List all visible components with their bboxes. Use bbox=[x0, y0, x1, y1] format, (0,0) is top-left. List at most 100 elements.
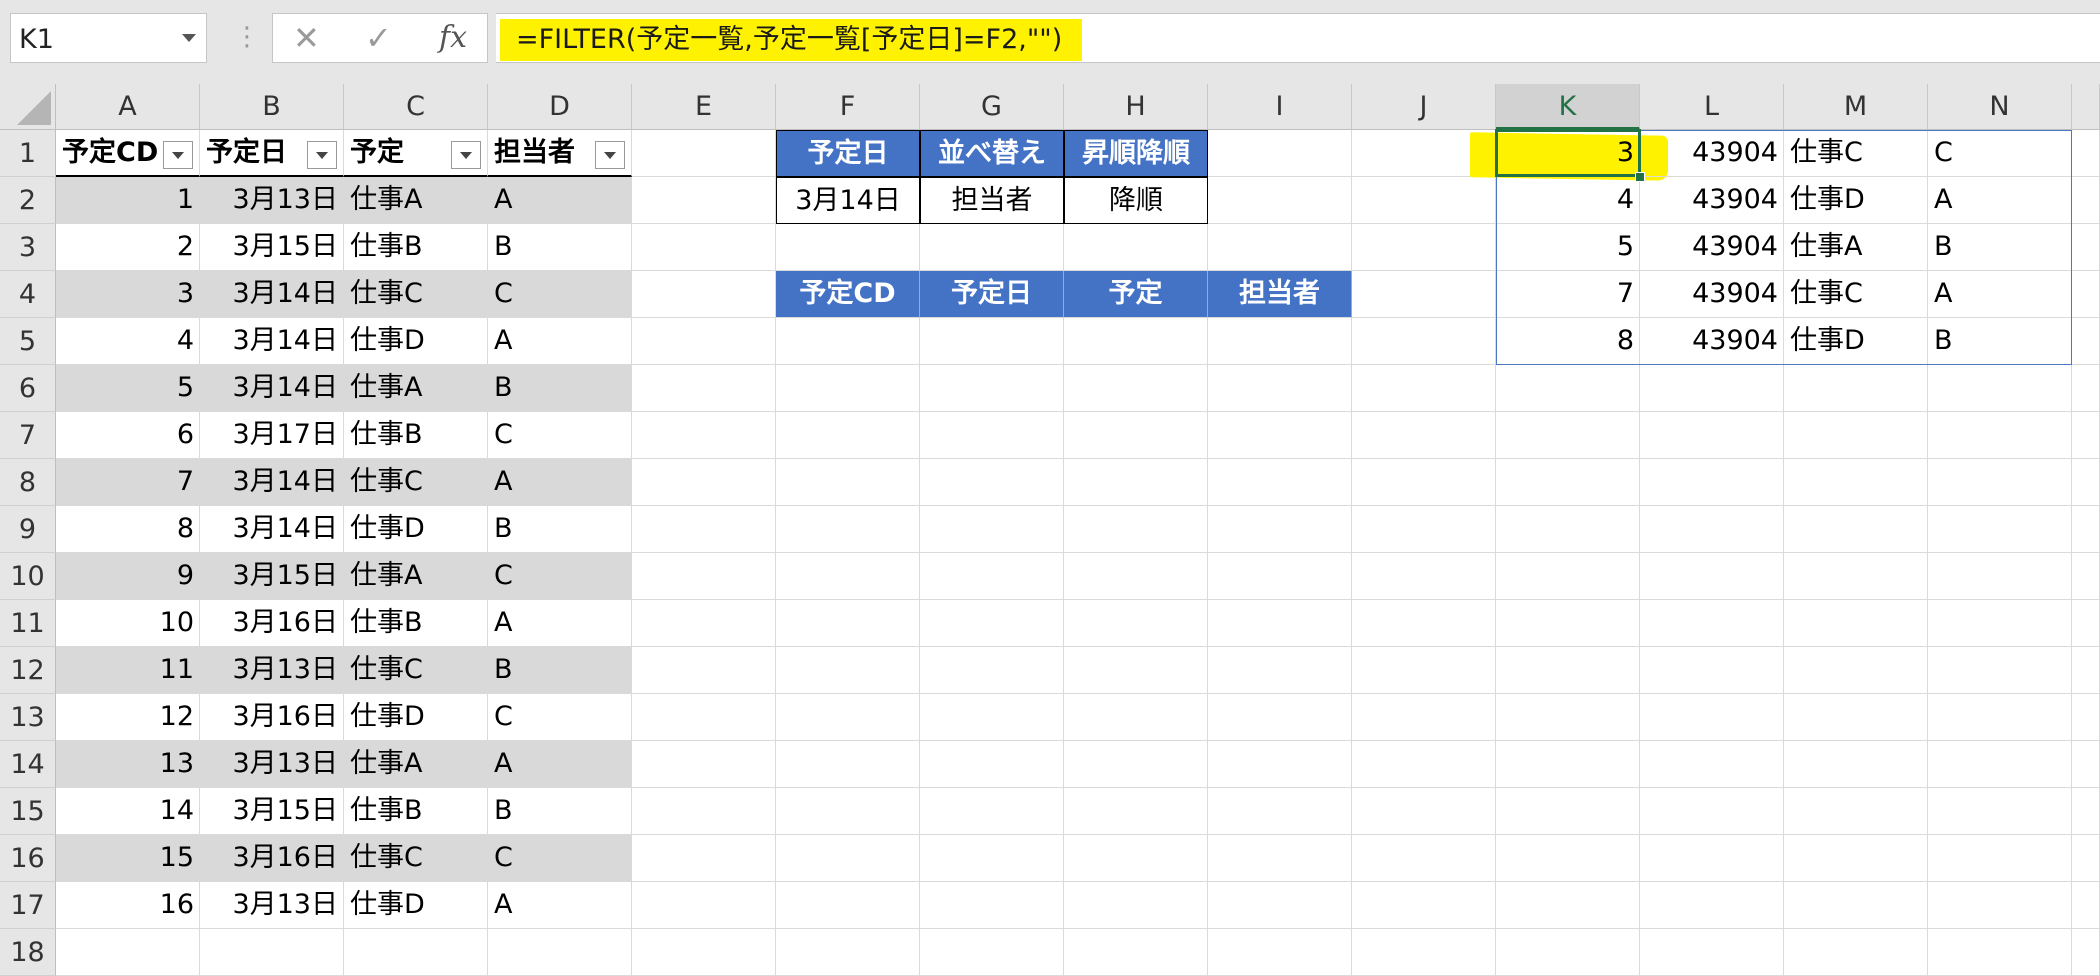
table-cell[interactable]: 6 bbox=[56, 412, 200, 459]
table-cell[interactable]: 3月13日 bbox=[200, 647, 344, 694]
empty-cell[interactable] bbox=[1496, 459, 1640, 506]
empty-cell[interactable] bbox=[1208, 459, 1352, 506]
row-header-9[interactable]: 9 bbox=[0, 506, 56, 553]
empty-cell[interactable] bbox=[920, 929, 1064, 976]
empty-cell[interactable] bbox=[776, 224, 920, 271]
empty-cell[interactable] bbox=[1352, 365, 1496, 412]
criteria-value-cell[interactable]: 3月14日 bbox=[776, 177, 920, 224]
empty-cell[interactable] bbox=[1208, 553, 1352, 600]
table-cell[interactable]: 3月14日 bbox=[200, 271, 344, 318]
empty-cell[interactable] bbox=[200, 929, 344, 976]
column-header-f[interactable]: F bbox=[776, 84, 920, 130]
empty-cell[interactable] bbox=[2072, 459, 2100, 506]
spill-cell[interactable]: C bbox=[1928, 130, 2072, 177]
empty-cell[interactable] bbox=[1928, 647, 2072, 694]
empty-cell[interactable] bbox=[1640, 365, 1784, 412]
empty-cell[interactable] bbox=[2072, 412, 2100, 459]
column-header-b[interactable]: B bbox=[200, 84, 344, 130]
empty-cell[interactable] bbox=[776, 882, 920, 929]
empty-cell[interactable] bbox=[776, 459, 920, 506]
table-cell[interactable]: 9 bbox=[56, 553, 200, 600]
table-cell[interactable]: 7 bbox=[56, 459, 200, 506]
empty-cell[interactable] bbox=[1928, 741, 2072, 788]
empty-cell[interactable] bbox=[1928, 694, 2072, 741]
empty-cell[interactable] bbox=[1784, 553, 1928, 600]
table-cell[interactable]: C bbox=[488, 271, 632, 318]
empty-cell[interactable] bbox=[776, 553, 920, 600]
empty-cell[interactable] bbox=[1352, 929, 1496, 976]
empty-cell[interactable] bbox=[1928, 365, 2072, 412]
empty-cell[interactable] bbox=[1496, 882, 1640, 929]
empty-cell[interactable] bbox=[776, 788, 920, 835]
empty-cell[interactable] bbox=[344, 929, 488, 976]
empty-cell[interactable] bbox=[1064, 647, 1208, 694]
table-cell[interactable]: 12 bbox=[56, 694, 200, 741]
empty-cell[interactable] bbox=[632, 647, 776, 694]
result-header-cell[interactable]: 予定CD bbox=[776, 271, 920, 318]
empty-cell[interactable] bbox=[1352, 224, 1496, 271]
empty-cell[interactable] bbox=[2072, 224, 2100, 271]
empty-cell[interactable] bbox=[2072, 647, 2100, 694]
empty-cell[interactable] bbox=[776, 412, 920, 459]
empty-cell[interactable] bbox=[632, 318, 776, 365]
empty-cell[interactable] bbox=[1352, 506, 1496, 553]
empty-cell[interactable] bbox=[1352, 271, 1496, 318]
empty-cell[interactable] bbox=[1784, 365, 1928, 412]
table-cell[interactable]: 仕事D bbox=[344, 882, 488, 929]
empty-cell[interactable] bbox=[2072, 741, 2100, 788]
empty-cell[interactable] bbox=[1496, 647, 1640, 694]
select-all-button[interactable] bbox=[0, 84, 56, 130]
table-cell[interactable]: B bbox=[488, 647, 632, 694]
insert-function-icon[interactable]: fx bbox=[439, 20, 467, 56]
filter-dropdown-icon[interactable] bbox=[451, 141, 481, 169]
table-cell[interactable]: A bbox=[488, 882, 632, 929]
table-header-cell[interactable]: 担当者 bbox=[488, 130, 632, 177]
row-header-6[interactable]: 6 bbox=[0, 365, 56, 412]
table-cell[interactable]: 2 bbox=[56, 224, 200, 271]
empty-cell[interactable] bbox=[632, 600, 776, 647]
empty-cell[interactable] bbox=[1064, 365, 1208, 412]
empty-cell[interactable] bbox=[2072, 177, 2100, 224]
empty-cell[interactable] bbox=[920, 788, 1064, 835]
empty-cell[interactable] bbox=[1784, 929, 1928, 976]
table-cell[interactable]: B bbox=[488, 506, 632, 553]
empty-cell[interactable] bbox=[1208, 835, 1352, 882]
empty-cell[interactable] bbox=[1208, 741, 1352, 788]
row-header-13[interactable]: 13 bbox=[0, 694, 56, 741]
empty-cell[interactable] bbox=[1208, 224, 1352, 271]
table-cell[interactable]: 3月14日 bbox=[200, 459, 344, 506]
result-header-cell[interactable]: 予定 bbox=[1064, 271, 1208, 318]
empty-cell[interactable] bbox=[1640, 788, 1784, 835]
empty-cell[interactable] bbox=[1640, 929, 1784, 976]
empty-cell[interactable] bbox=[920, 318, 1064, 365]
empty-cell[interactable] bbox=[2072, 835, 2100, 882]
column-header-l[interactable]: L bbox=[1640, 84, 1784, 130]
empty-cell[interactable] bbox=[2072, 506, 2100, 553]
row-header-14[interactable]: 14 bbox=[0, 741, 56, 788]
chevron-down-icon[interactable] bbox=[182, 34, 196, 42]
empty-cell[interactable] bbox=[1496, 694, 1640, 741]
table-cell[interactable]: 仕事A bbox=[344, 365, 488, 412]
table-cell[interactable]: A bbox=[488, 318, 632, 365]
empty-cell[interactable] bbox=[1784, 647, 1928, 694]
table-cell[interactable]: 仕事C bbox=[344, 459, 488, 506]
column-header-e[interactable]: E bbox=[632, 84, 776, 130]
empty-cell[interactable] bbox=[1352, 600, 1496, 647]
empty-cell[interactable] bbox=[632, 177, 776, 224]
table-cell[interactable]: 10 bbox=[56, 600, 200, 647]
table-cell[interactable]: 5 bbox=[56, 365, 200, 412]
empty-cell[interactable] bbox=[1640, 600, 1784, 647]
empty-cell[interactable] bbox=[2072, 271, 2100, 318]
table-cell[interactable]: 3月16日 bbox=[200, 600, 344, 647]
empty-cell[interactable] bbox=[1208, 130, 1352, 177]
row-header-1[interactable]: 1 bbox=[0, 130, 56, 177]
spill-cell[interactable]: A bbox=[1928, 177, 2072, 224]
spill-cell[interactable]: B bbox=[1928, 318, 2072, 365]
empty-cell[interactable] bbox=[1208, 177, 1352, 224]
empty-cell[interactable] bbox=[1064, 318, 1208, 365]
table-cell[interactable]: 8 bbox=[56, 506, 200, 553]
empty-cell[interactable] bbox=[1640, 835, 1784, 882]
empty-cell[interactable] bbox=[920, 835, 1064, 882]
empty-cell[interactable] bbox=[632, 929, 776, 976]
spill-cell[interactable]: 仕事A bbox=[1784, 224, 1928, 271]
